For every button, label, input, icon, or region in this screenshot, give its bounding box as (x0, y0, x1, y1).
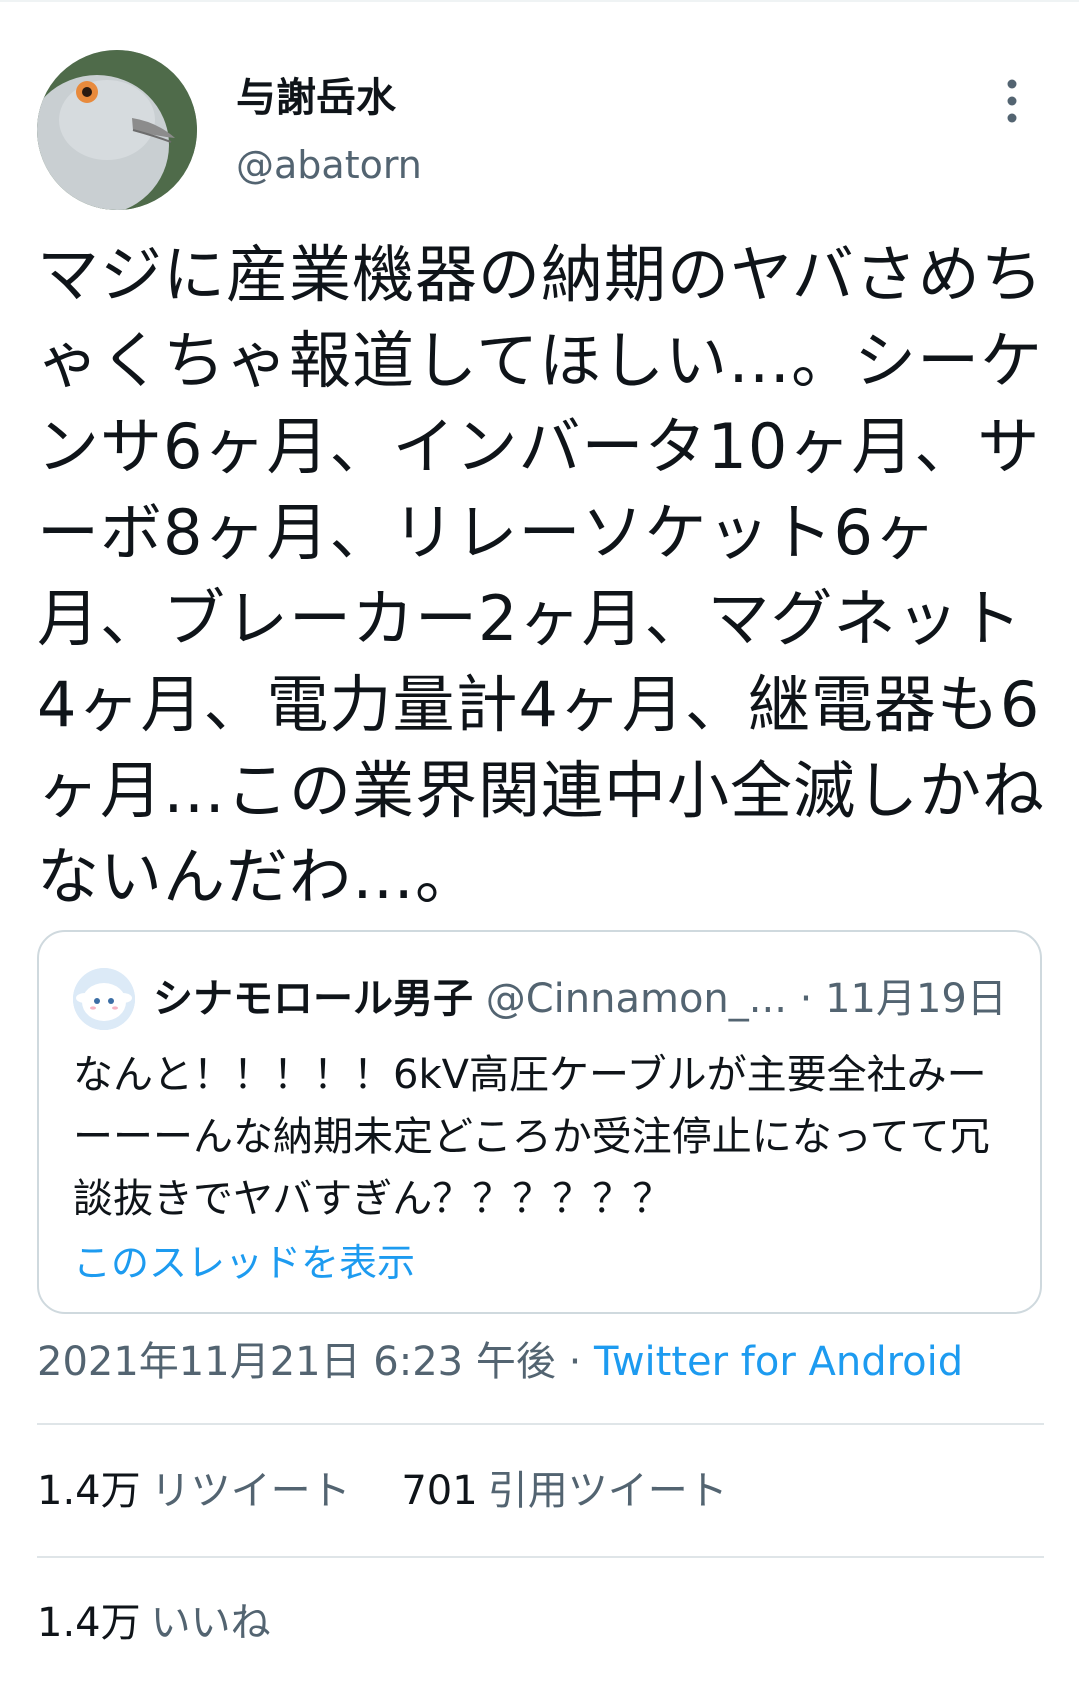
tweet-meta: 2021年11月21日 6:23 午後 · Twitter for Androi… (37, 1333, 963, 1391)
likes-stat[interactable]: 1.4万 いいね (37, 1594, 271, 1652)
meta-separator: · (555, 1339, 595, 1385)
divider (37, 1556, 1044, 1558)
cinnamoroll-avatar-icon (73, 968, 135, 1030)
display-name[interactable]: 与謝岳水 (236, 74, 396, 122)
tweet-timestamp[interactable]: 2021年11月21日 6:23 午後 (37, 1339, 556, 1385)
likes-label: いいね (150, 1600, 271, 1646)
quote-author-name[interactable]: シナモロール男子 (153, 976, 473, 1022)
quote-header: シナモロール男子 @Cinnamon_... · 11月19日 (153, 970, 1023, 1028)
quotes-stat[interactable]: 701 引用ツイート (401, 1462, 727, 1520)
quotes-count: 701 (401, 1468, 478, 1514)
show-thread-link[interactable]: このスレッドを表示 (73, 1238, 415, 1288)
engagement-row: 1.4万 リツイート 701 引用ツイート (37, 1462, 766, 1520)
likes-count: 1.4万 (37, 1600, 141, 1646)
tweet-source-link[interactable]: Twitter for Android (594, 1339, 963, 1385)
quote-date[interactable]: 11月19日 (825, 976, 1007, 1022)
quote-text: なんと！！！！！6kV高圧ケーブルが主要全社みーーーーんな納期未定どころか受注停… (73, 1052, 990, 1222)
retweets-stat[interactable]: 1.4万 リツイート (37, 1462, 351, 1520)
likes-row: 1.4万 いいね (37, 1594, 309, 1652)
tweet-text: マジに産業機器の納期のヤバさめちゃくちゃ報道してほしい…。シーケンサ6ヶ月、イン… (37, 238, 1046, 913)
quote-tweet-card[interactable]: シナモロール男子 @Cinnamon_... · 11月19日 なんと！！！！！… (37, 930, 1042, 1314)
retweets-label: リツイート (150, 1468, 351, 1514)
avatar[interactable] (37, 50, 197, 210)
quote-author-handle[interactable]: @Cinnamon_... (486, 976, 787, 1022)
top-divider (0, 0, 1079, 2)
more-options-icon[interactable] (1000, 78, 1024, 124)
user-handle[interactable]: @abatorn (236, 142, 422, 188)
quote-separator: · (786, 976, 826, 1022)
divider (37, 1423, 1044, 1425)
retweets-count: 1.4万 (37, 1468, 141, 1514)
pigeon-avatar-icon (37, 50, 197, 210)
quotes-label: 引用ツイート (487, 1468, 728, 1514)
quote-avatar (73, 968, 135, 1030)
